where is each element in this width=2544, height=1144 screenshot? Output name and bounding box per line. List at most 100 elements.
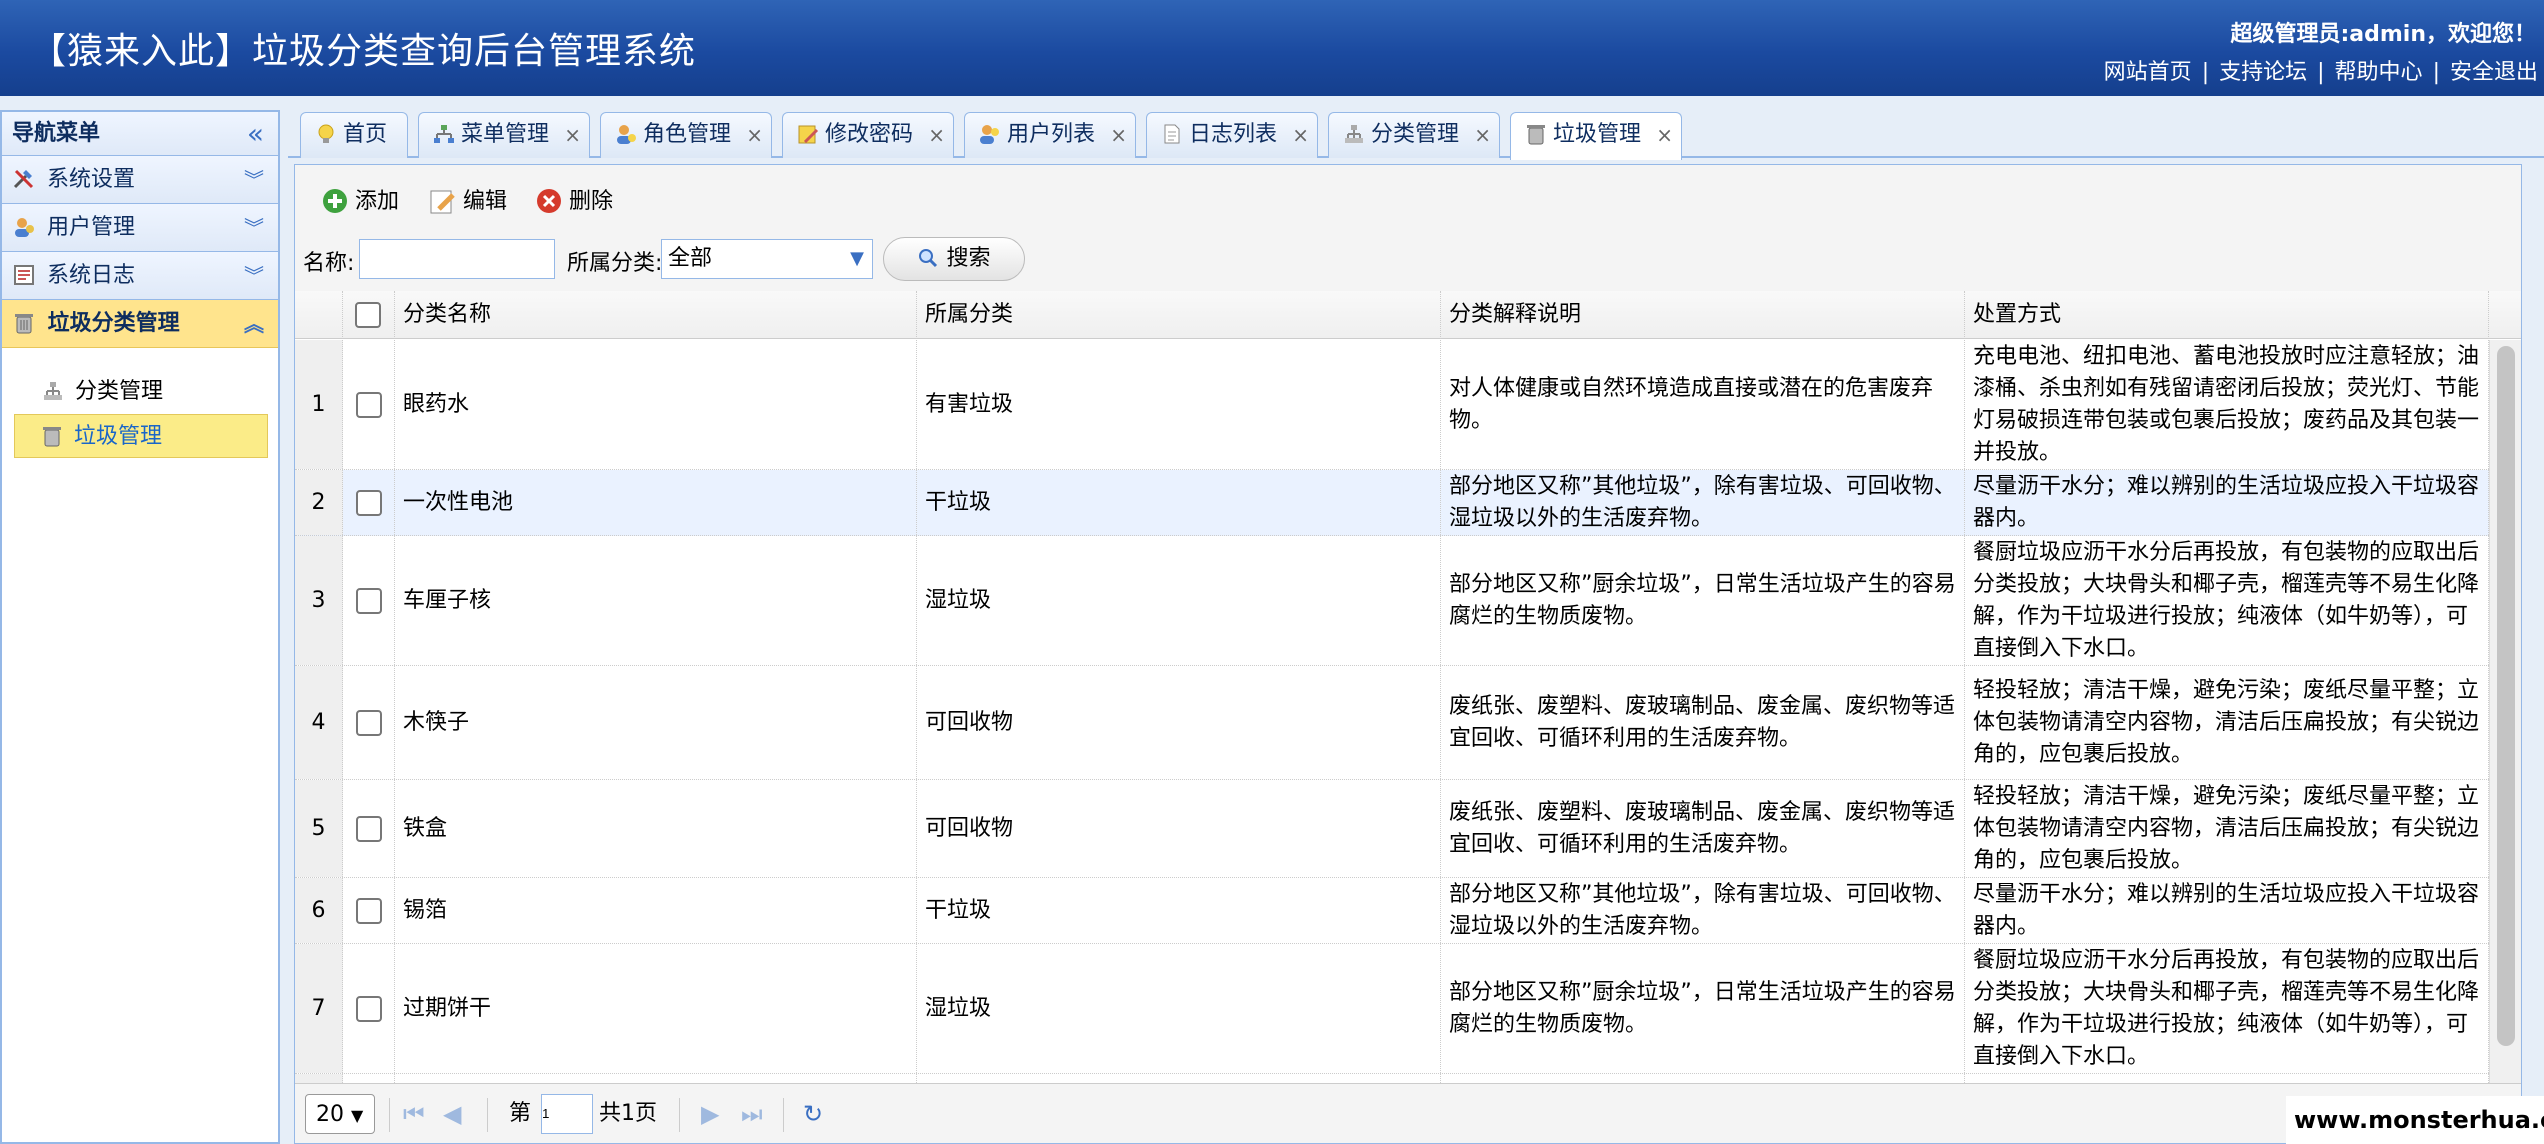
sidebar-panel-system-settings[interactable]: 系统设置 ︾ (2, 156, 278, 204)
page-size-select[interactable]: 20 ▼ (305, 1094, 375, 1134)
tab-label: 首页 (343, 122, 388, 147)
close-icon[interactable]: × (1656, 113, 1673, 157)
close-icon[interactable]: × (928, 113, 945, 157)
edit-button[interactable]: 编辑 (429, 185, 507, 219)
page-number-input[interactable] (541, 1094, 593, 1134)
row-checkbox[interactable] (355, 709, 382, 736)
close-icon[interactable]: × (1110, 113, 1127, 157)
watermark-text: www.monsterhua.com (2286, 1096, 2544, 1144)
scrollbar-thumb[interactable] (2497, 346, 2515, 1046)
sidebar: 导航菜单 « 系统设置 ︾ 用户管理 ︾ 系统日志 ︾ 垃圾分类管理 ︽ 分类管… (0, 110, 280, 1144)
tab-menu-management[interactable]: 菜单管理 × (418, 112, 590, 158)
cell-category: 湿垃圾 (917, 944, 1441, 1073)
prev-page-icon[interactable]: ◀ (443, 1094, 461, 1134)
role-icon (615, 117, 637, 144)
cell-disposal-text: 餐厨垃圾应沥干水分后再投放，有包装物的应取出后分类投放；大块骨头和椰子壳，榴莲壳… (1973, 947, 2480, 1069)
row-checkbox[interactable] (355, 897, 382, 924)
first-page-icon[interactable]: ⏮ (403, 1094, 425, 1134)
tab-trash-management[interactable]: 垃圾管理 × (1510, 112, 1682, 160)
cell-disposal: 尽量沥干水分；难以辨别的生活垃圾应投入干垃圾容器内。 (1965, 470, 2489, 535)
cell-name: 眼药水 (395, 340, 917, 469)
table-row[interactable]: 4 木筷子 可回收物 废纸张、废塑料、废玻璃制品、废金属、废织物等适宜回收、可循环利用… (295, 666, 2489, 780)
link-home[interactable]: 网站首页 (2104, 60, 2192, 85)
delete-icon (535, 187, 563, 215)
log-icon (12, 257, 36, 285)
edit-icon (429, 187, 457, 215)
sidebar-item-category-management[interactable]: 分类管理 (2, 370, 278, 414)
pager-divider (487, 1098, 488, 1132)
cell-explain: 废纸张、废塑料、废玻璃制品、废金属、废织物等适宜回收、可循环利用的生活废弃物。 (1441, 780, 1965, 877)
cell-name-text: 铁盒 (403, 815, 448, 841)
category-select[interactable]: 全部 ▼ (661, 239, 873, 279)
cell-category: 干垃圾 (917, 878, 1441, 943)
table-row[interactable]: 1 眼药水 有害垃圾 对人体健康或自然环境造成直接或潜在的危害废弃物。 充电电池、纽扣电… (295, 340, 2489, 470)
tab-user-list[interactable]: 用户列表 × (964, 112, 1136, 158)
link-forum[interactable]: 支持论坛 (2219, 60, 2307, 85)
cell-name: 铁盒 (395, 780, 917, 877)
table-row[interactable]: 5 铁盒 可回收物 废纸张、废塑料、废玻璃制品、废金属、废织物等适宜回收、可循环利用的… (295, 780, 2489, 878)
row-checkbox-cell (343, 780, 395, 877)
cell-name-text: 锡箔 (403, 897, 448, 923)
double-chevron-left-icon[interactable]: « (247, 112, 264, 156)
close-icon[interactable]: × (1474, 113, 1491, 157)
table-row[interactable]: 餐厨垃圾应沥干水分后再投放，有包装物的应取出后 (295, 1074, 2489, 1083)
link-logout[interactable]: 安全退出 (2450, 60, 2538, 85)
sidebar-title: 导航菜单 (12, 121, 101, 146)
sidebar-panel-trash-category[interactable]: 垃圾分类管理 ︽ (2, 300, 278, 348)
refresh-icon[interactable]: ↻ (803, 1094, 823, 1134)
table-row[interactable]: 6 锡箔 干垃圾 部分地区又称”其他垃圾”，除有害垃圾、可回收物、湿垃圾以外的生活废弃… (295, 878, 2489, 944)
col-header-category[interactable]: 所属分类 (917, 291, 1441, 339)
row-checkbox[interactable] (355, 815, 382, 842)
sidebar-item-trash-management[interactable]: 垃圾管理 (14, 414, 268, 458)
row-number: 6 (295, 878, 343, 943)
cell-name-text: 一次性电池 (403, 489, 514, 515)
vertical-scrollbar[interactable] (2489, 340, 2521, 1083)
sidebar-panel-user-management[interactable]: 用户管理 ︾ (2, 204, 278, 252)
cell-disposal-text: 轻投轻放；清洁干燥，避免污染；废纸尽量平整；立体包装物请清空内容物，清洁后压扁投… (1973, 677, 2480, 767)
close-icon[interactable]: × (746, 113, 763, 157)
tab-content: 添加 编辑 删除 名称: 所属分类: 全部 ▼ 搜索 分类名称 所属分类 分类解… (294, 164, 2522, 1144)
row-checkbox[interactable] (355, 391, 382, 418)
user-icon (12, 209, 36, 237)
table-row[interactable]: 2 一次性电池 干垃圾 部分地区又称”其他垃圾”，除有害垃圾、可回收物、湿垃圾以外的生… (295, 470, 2489, 536)
cell-category-text: 干垃圾 (925, 489, 992, 515)
last-page-icon[interactable]: ⏭ (741, 1094, 763, 1134)
tab-change-password[interactable]: 修改密码 × (782, 112, 954, 158)
cell-explain-text: 部分地区又称”其他垃圾”，除有害垃圾、可回收物、湿垃圾以外的生活废弃物。 (1449, 881, 1956, 939)
table-row[interactable]: 7 过期饼干 湿垃圾 部分地区又称”厨余垃圾”，日常生活垃圾产生的容易腐烂的生物质废物… (295, 944, 2489, 1074)
next-page-icon[interactable]: ▶ (701, 1094, 719, 1134)
col-header-name[interactable]: 分类名称 (395, 291, 917, 339)
page-prefix: 第 (509, 1101, 532, 1126)
row-checkbox[interactable] (355, 489, 382, 516)
col-header-disposal[interactable]: 处置方式 (1965, 291, 2489, 339)
delete-button[interactable]: 删除 (535, 185, 613, 219)
cell-category-text: 有害垃圾 (925, 391, 1014, 417)
search-button[interactable]: 搜索 (883, 237, 1025, 281)
sidebar-panel-system-log[interactable]: 系统日志 ︾ (2, 252, 278, 300)
cell-disposal: 餐厨垃圾应沥干水分后再投放，有包装物的应取出后分类投放；大块骨头和椰子壳，榴莲壳… (1965, 536, 2489, 665)
close-icon[interactable]: × (1292, 113, 1309, 157)
category-icon (42, 374, 64, 400)
tab-label: 修改密码 (825, 122, 914, 147)
tab-log-list[interactable]: 日志列表 × (1146, 112, 1318, 158)
chevron-down-icon: ▼ (850, 248, 864, 269)
cell-name-text: 木筷子 (403, 709, 470, 735)
table-row[interactable]: 3 车厘子核 湿垃圾 部分地区又称”厨余垃圾”，日常生活垃圾产生的容易腐烂的生物质废物… (295, 536, 2489, 666)
row-checkbox[interactable] (355, 587, 382, 614)
row-number-text: 7 (311, 995, 326, 1021)
tab-home[interactable]: 首页 (300, 112, 408, 158)
tab-role-management[interactable]: 角色管理 × (600, 112, 772, 158)
add-button[interactable]: 添加 (321, 185, 399, 219)
link-help[interactable]: 帮助中心 (2335, 60, 2423, 85)
close-icon[interactable]: × (564, 113, 581, 157)
select-all-checkbox[interactable] (355, 302, 381, 328)
pagination-bar: 20 ▼ ⏮ ◀ 第 共1页 ▶ ⏭ ↻ (295, 1083, 2521, 1143)
row-checkbox[interactable] (355, 995, 382, 1022)
tab-category-management[interactable]: 分类管理 × (1328, 112, 1500, 158)
name-search-input[interactable] (359, 239, 555, 279)
cell-explain-text: 废纸张、废塑料、废玻璃制品、废金属、废织物等适宜回收、可循环利用的生活废弃物。 (1449, 693, 1956, 751)
cell-category-text: 可回收物 (925, 709, 1014, 735)
cell-category-text: 湿垃圾 (925, 995, 992, 1021)
category-select-value: 全部 (668, 246, 713, 271)
col-header-explain[interactable]: 分类解释说明 (1441, 291, 1965, 339)
